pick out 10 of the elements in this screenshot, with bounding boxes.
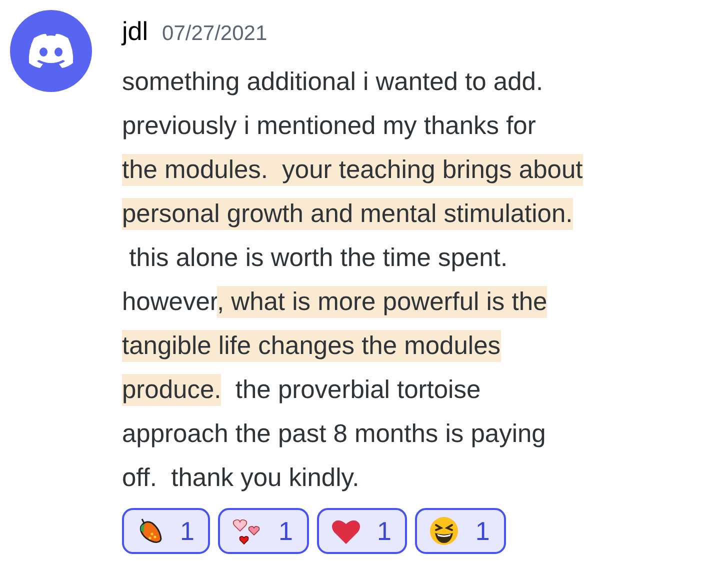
reaction-button[interactable]: 1 [415,508,506,554]
message-text: something additional i wanted to add. previously i mentioned my thanks for the modules. your teaching brings about personal growth and mental stimulation. this alone is worth the time spent. however, what is more powerful is the tangible life changes the modules produce. the proverbial tortoise approach the past 8 months is paying off. thank you kindly. [122,67,583,494]
timestamp: 07/27/2021 [162,22,268,46]
reaction-button[interactable]: 1 [316,508,408,554]
reaction-button[interactable]: 1 [122,508,210,554]
avatar-icon [10,10,92,92]
reaction-button[interactable]: 1 [218,508,309,554]
username[interactable]: jdl [122,16,148,47]
hearts-icon [232,517,262,545]
laughing-face-icon [429,516,460,546]
